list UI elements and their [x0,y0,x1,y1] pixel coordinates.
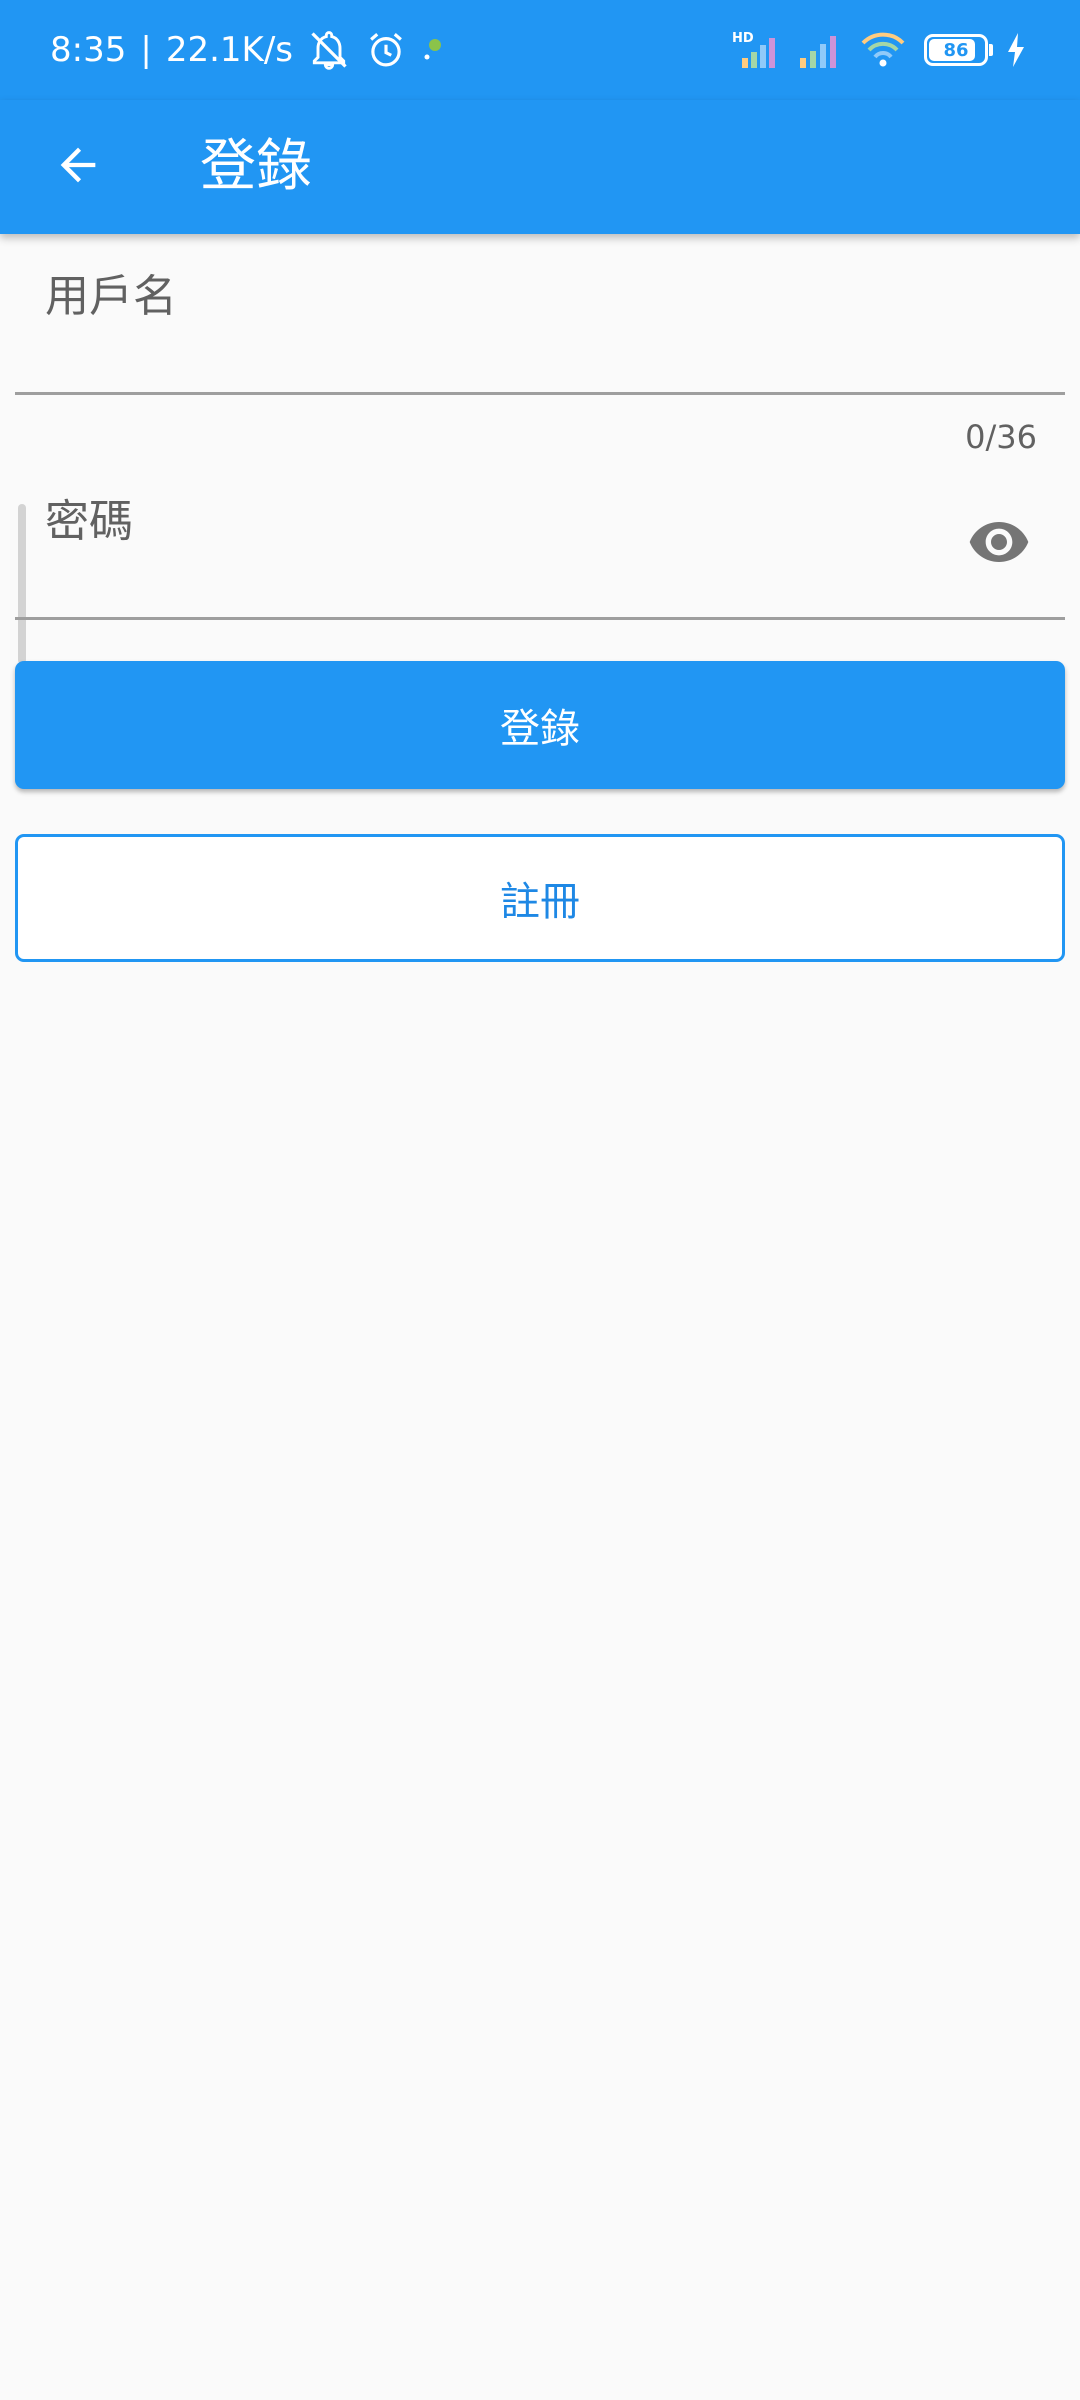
battery-level: 86 [943,39,969,61]
login-button[interactable]: 登錄 [15,661,1065,789]
app-bar: 登錄 [0,100,1080,234]
status-separator: | [140,30,152,70]
hd-signal-icon: HD [732,30,780,70]
status-time: 8:35 [50,30,127,70]
signal-icon [798,30,842,70]
alarm-icon [365,29,407,71]
wifi-icon [860,30,906,70]
eye-icon [967,510,1031,578]
network-speed: 22.1K/s [165,30,293,70]
status-left: 8:35 | 22.1K/s [50,28,443,72]
status-right: HD 86 [732,28,1026,72]
charging-icon [1006,32,1026,68]
password-visibility-toggle[interactable] [963,508,1035,580]
password-input[interactable] [15,475,1065,620]
svg-text:HD: HD [732,31,754,46]
username-input[interactable] [15,250,1065,395]
username-char-counter: 0/36 [965,418,1037,456]
bell-off-icon [307,28,351,72]
battery-icon: 86 [924,34,993,66]
password-field [15,475,1065,620]
page-title: 登錄 [200,134,312,199]
register-button[interactable]: 註冊 [15,834,1065,962]
status-bar: 8:35 | 22.1K/s HD 86 [0,0,1080,100]
username-field [15,250,1065,395]
back-button[interactable] [36,125,120,209]
notification-dot-icon [421,35,443,65]
arrow-back-icon [52,139,104,195]
